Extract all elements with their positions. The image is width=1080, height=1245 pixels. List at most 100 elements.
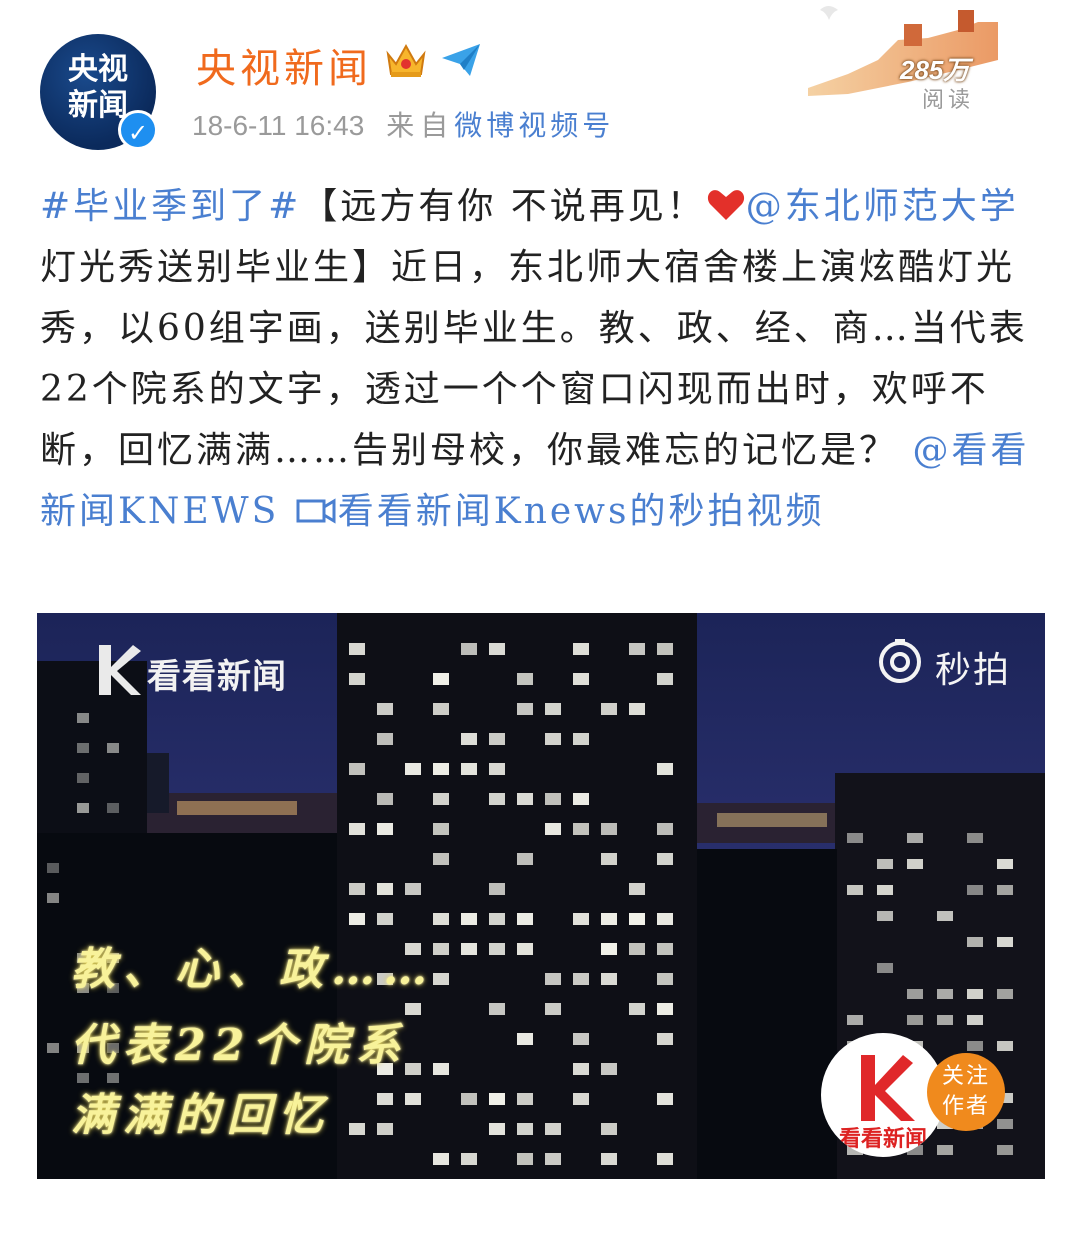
window-light xyxy=(349,763,365,775)
window-light xyxy=(349,673,365,685)
post-title-rest: 灯光秀送别毕业生】 xyxy=(40,247,392,288)
window-light xyxy=(937,989,953,999)
window-light xyxy=(545,703,561,715)
window-light xyxy=(107,803,119,813)
window-light xyxy=(517,703,533,715)
follow-author-button[interactable]: 关注 作者 xyxy=(927,1053,1005,1131)
window-light xyxy=(545,733,561,745)
window-light xyxy=(517,673,533,685)
timestamp: 18-6-11 16:43 xyxy=(192,110,365,141)
window-light xyxy=(601,1153,617,1165)
window-light xyxy=(573,1033,589,1045)
window-light xyxy=(489,793,505,805)
window-light xyxy=(657,943,673,955)
window-light xyxy=(377,703,393,715)
window-light xyxy=(967,937,983,947)
window-light xyxy=(573,643,589,655)
window-light xyxy=(937,1015,953,1025)
window-light xyxy=(433,1063,449,1075)
video-player[interactable]: 看看新闻 秒拍 教、心、政…… 代表22个院系 满满的回忆 看看新闻 关注 作者 xyxy=(37,613,1045,1179)
window-light xyxy=(433,703,449,715)
watermark-text: 看看新闻 xyxy=(147,658,287,696)
window-light xyxy=(377,883,393,895)
window-light xyxy=(545,1003,561,1015)
window-light xyxy=(657,853,673,865)
window-light xyxy=(517,913,533,925)
window-light xyxy=(997,989,1013,999)
window-light xyxy=(997,859,1013,869)
window-light xyxy=(489,943,505,955)
window-light xyxy=(349,1123,365,1135)
avatar-text-1: 央视 xyxy=(68,52,128,87)
window-light xyxy=(47,893,59,903)
window-light xyxy=(601,1063,617,1075)
window-light xyxy=(847,1015,863,1025)
username[interactable]: 央视新闻 xyxy=(196,36,372,94)
window-light xyxy=(545,1123,561,1135)
video-caption-2: 代表22个院系 xyxy=(71,1020,409,1071)
window-light xyxy=(573,1093,589,1105)
window-light xyxy=(517,1093,533,1105)
window-light xyxy=(601,973,617,985)
window-light xyxy=(489,763,505,775)
window-light xyxy=(77,773,89,783)
window-light xyxy=(405,763,421,775)
window-light xyxy=(997,885,1013,895)
follow-label-2: 作者 xyxy=(941,1094,990,1119)
window-light xyxy=(629,703,645,715)
window-light xyxy=(433,853,449,865)
window-light xyxy=(489,733,505,745)
window-light xyxy=(545,1153,561,1165)
window-light xyxy=(573,913,589,925)
window-light xyxy=(517,1123,533,1135)
window-light xyxy=(461,1153,477,1165)
window-light xyxy=(489,913,505,925)
window-light xyxy=(349,823,365,835)
window-light xyxy=(77,743,89,753)
window-light xyxy=(377,823,393,835)
window-light xyxy=(489,1003,505,1015)
window-light xyxy=(349,913,365,925)
video-source-link[interactable]: 看看新闻Knews的秒拍视频 xyxy=(338,491,825,532)
window-light xyxy=(997,1145,1013,1155)
video-link-icon[interactable] xyxy=(296,495,336,527)
window-light xyxy=(433,793,449,805)
window-light xyxy=(433,763,449,775)
window-light xyxy=(461,763,477,775)
window-light xyxy=(877,885,893,895)
window-light xyxy=(657,763,673,775)
miaopai-icon xyxy=(879,639,921,683)
heart-icon xyxy=(707,190,744,220)
window-light xyxy=(461,733,477,745)
window-light xyxy=(997,937,1013,947)
window-light xyxy=(433,973,449,985)
window-light xyxy=(433,1153,449,1165)
window-light xyxy=(997,1041,1013,1051)
window-light xyxy=(657,1093,673,1105)
window-light xyxy=(517,943,533,955)
window-light xyxy=(47,1043,59,1053)
platform-text: 秒拍 xyxy=(935,649,1012,690)
window-light xyxy=(461,943,477,955)
window-light xyxy=(907,859,923,869)
hashtag-link[interactable]: #毕业季到了# xyxy=(40,186,301,227)
mention-school-link[interactable]: @东北师范大学 xyxy=(746,186,1019,227)
post-text: #毕业季到了#【远方有你 不说再见！ @东北师范大学 灯光秀送别毕业生】近日，东北… xyxy=(40,176,1040,542)
window-light xyxy=(405,883,421,895)
window-light xyxy=(907,989,923,999)
window-light xyxy=(77,713,89,723)
window-light xyxy=(907,833,923,843)
source-link[interactable]: 微博视频号 xyxy=(454,109,614,142)
post-meta: 18-6-11 16:43 来自微博视频号 xyxy=(192,104,614,144)
window-light xyxy=(461,913,477,925)
window-light xyxy=(545,973,561,985)
window-light xyxy=(657,673,673,685)
window-light xyxy=(489,1093,505,1105)
window-light xyxy=(629,1003,645,1015)
window-light xyxy=(573,733,589,745)
window-light xyxy=(877,911,893,921)
window-light xyxy=(489,883,505,895)
window-light xyxy=(877,859,893,869)
window-light xyxy=(967,833,983,843)
window-light xyxy=(377,793,393,805)
